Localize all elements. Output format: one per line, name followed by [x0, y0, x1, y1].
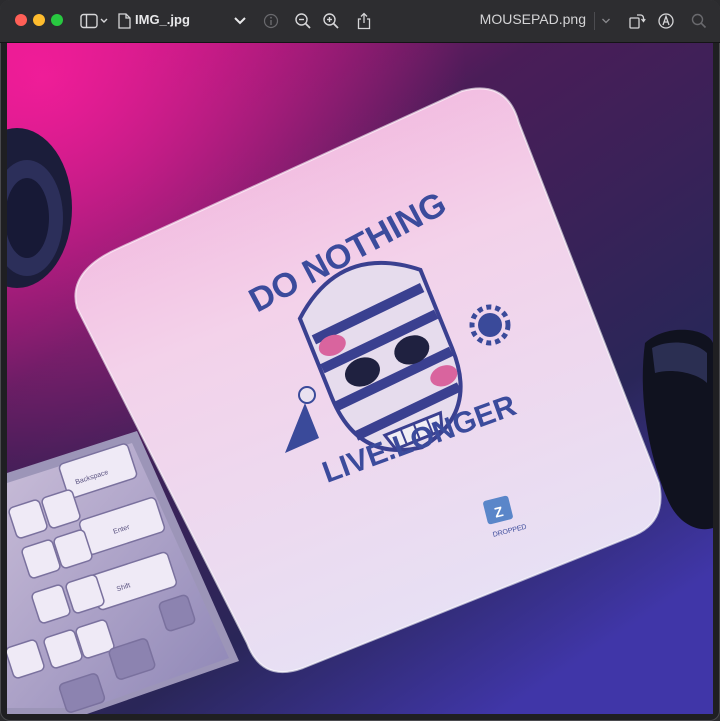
title-options-button[interactable]: [598, 10, 614, 32]
rotate-icon: [629, 14, 646, 29]
zoom-in-icon: [323, 13, 339, 29]
document-title: MOUSEPAD.png: [479, 11, 586, 27]
markup-button[interactable]: [655, 10, 677, 32]
close-window-button[interactable]: [15, 14, 27, 26]
minimize-window-button[interactable]: [33, 14, 45, 26]
title-bar: IMG_.jpg MOUSEPAD.png: [0, 0, 720, 43]
title-menu-button[interactable]: [229, 10, 251, 32]
search-button[interactable]: [688, 10, 710, 32]
chevron-down-icon: [234, 17, 246, 25]
search-icon: [691, 13, 707, 29]
share-icon: [357, 12, 371, 30]
toolbar-divider: [594, 12, 595, 30]
sidebar-icon: [80, 13, 108, 29]
chevron-down-icon: [602, 18, 610, 24]
tab-title[interactable]: IMG_.jpg: [135, 12, 190, 27]
mousepad-photo: DO NOTHING LIVE.LONGER Z DROPPED Backspa…: [7, 43, 713, 714]
zoom-window-button[interactable]: [51, 14, 63, 26]
markup-icon: [658, 13, 674, 29]
zoom-out-button[interactable]: [292, 10, 314, 32]
info-button[interactable]: [260, 10, 282, 32]
info-icon: [263, 13, 279, 29]
rotate-button[interactable]: [626, 10, 648, 32]
image-canvas[interactable]: DO NOTHING LIVE.LONGER Z DROPPED Backspa…: [7, 43, 713, 714]
document-icon: [116, 10, 132, 32]
preview-window: IMG_.jpg MOUSEPAD.png DO NOTHING LIVE.LO…: [0, 0, 720, 721]
zoom-out-icon: [295, 13, 311, 29]
zoom-in-button[interactable]: [320, 10, 342, 32]
sidebar-toggle-button[interactable]: [80, 10, 110, 32]
share-button[interactable]: [353, 10, 375, 32]
